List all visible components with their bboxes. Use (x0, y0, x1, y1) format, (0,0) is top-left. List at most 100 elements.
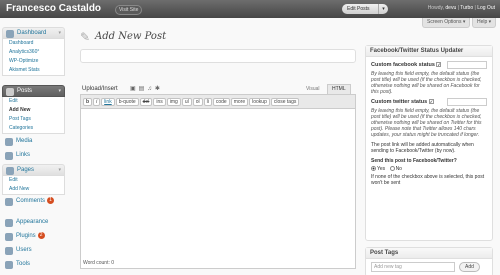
upload-insert-label: Upload/Insert (82, 86, 118, 92)
menu-media-label: Media (16, 138, 33, 144)
menu-tools[interactable]: Tools (2, 259, 65, 271)
turbo-link[interactable]: Turbo (460, 5, 473, 11)
none-selected-note: If none of the checkbox above is selecte… (371, 174, 485, 186)
favorite-actions-dropdown[interactable]: Edit Posts ▾ (342, 4, 388, 14)
menu-users[interactable]: Users (2, 245, 65, 257)
submenu-posts-edit[interactable]: Edit (3, 97, 64, 106)
help-tab[interactable]: Help ▾ (472, 18, 497, 28)
dashboard-icon (6, 30, 14, 38)
qt-li-button[interactable]: li (203, 98, 212, 106)
admin-menu: Dashboard ▾ Dashboard Analytics360° WP-O… (0, 25, 67, 275)
qt-more-button[interactable]: more (230, 98, 249, 106)
username-link[interactable]: devu (445, 5, 456, 11)
media-icon (5, 138, 13, 146)
fb-twitter-box-body: Custom facebook status ✓ By leaving this… (366, 57, 492, 189)
add-media-icon[interactable]: ✱ (155, 86, 163, 92)
menu-comments[interactable]: Comments 1 (2, 196, 65, 208)
tab-visual[interactable]: Visual (303, 85, 323, 93)
quicktags-toolbar: b i link b-quote del ins img ul ol li code more look… (81, 95, 355, 109)
pages-submenu: Edit Add New (2, 176, 65, 195)
menu-pages[interactable]: Pages ▾ (2, 164, 65, 176)
menu-users-label: Users (16, 247, 32, 253)
menu-toggle-icon[interactable]: ▾ (58, 28, 61, 39)
submenu-wp-optimize[interactable]: WP-Optimize (3, 57, 64, 66)
link-note: The post link will be added automaticall… (371, 142, 474, 154)
add-audio-icon[interactable]: ♫ (147, 86, 155, 92)
submenu-post-tags[interactable]: Post Tags (3, 115, 64, 124)
submenu-pages-edit[interactable]: Edit (3, 176, 64, 185)
new-tag-input[interactable]: Add new tag (371, 262, 455, 272)
pencil-icon: ✎ (80, 30, 91, 44)
fb-status-checkbox[interactable]: ✓ (436, 62, 442, 68)
tw-status-checkbox[interactable]: ✓ (428, 99, 434, 105)
qt-ol-button[interactable]: ol (192, 98, 203, 106)
submenu-dashboard[interactable]: Dashboard (3, 39, 64, 48)
qt-code-button[interactable]: code (212, 98, 230, 106)
dashboard-submenu: Dashboard Analytics360° WP-Optimize Akis… (2, 39, 65, 76)
chevron-down-icon[interactable]: ▾ (378, 4, 388, 14)
tw-status-row: Custom twitter status ✓ (371, 98, 487, 106)
links-icon (5, 152, 13, 160)
submenu-analytics[interactable]: Analytics360° (3, 48, 64, 57)
submenu-pages-add-new[interactable]: Add New (3, 185, 64, 194)
screen-options-tab[interactable]: Screen Options ▾ (422, 18, 471, 28)
word-count: Word count: 0 (83, 260, 115, 266)
qt-ul-button[interactable]: ul (181, 98, 192, 106)
qt-ins-button[interactable]: ins (153, 98, 166, 106)
post-editor[interactable]: b i link b-quote del ins img ul ol li code more look… (80, 94, 356, 269)
post-title-input[interactable] (80, 49, 356, 63)
pushpin-icon (6, 88, 14, 96)
menu-plugins[interactable]: Plugins 2 (2, 231, 65, 243)
fb-status-hint: By leaving this field empty, the default… (371, 71, 482, 95)
menu-toggle-icon[interactable]: ▾ (58, 165, 61, 176)
menu-dashboard[interactable]: Dashboard ▾ (2, 27, 65, 39)
qt-bold-button[interactable]: b (83, 98, 93, 106)
qt-img-button[interactable]: img (166, 98, 181, 106)
qt-italic-button[interactable]: i (93, 98, 101, 106)
add-image-icon[interactable]: ▣ (130, 86, 139, 92)
submenu-categories[interactable]: Categories (3, 124, 64, 133)
menu-media[interactable]: Media (2, 136, 65, 148)
favorite-actions-label: Edit Posts (347, 6, 370, 12)
menu-toggle-icon[interactable]: ▾ (58, 86, 61, 97)
qt-del-button[interactable]: del (139, 98, 153, 106)
logout-link[interactable]: Log Out (477, 5, 495, 11)
comments-count-badge: 1 (47, 196, 55, 204)
send-yes-radio[interactable] (371, 166, 376, 172)
qt-link-button[interactable]: link (101, 98, 115, 106)
plugins-icon (5, 233, 13, 241)
tw-status-input[interactable] (447, 98, 487, 106)
plugins-count-badge: 2 (37, 231, 45, 239)
fb-twitter-box-title[interactable]: Facebook/Twitter Status Updater (366, 46, 492, 57)
send-post-options: Yes No (371, 166, 487, 172)
posts-submenu: Edit Add New Post Tags Categories (2, 97, 65, 134)
send-no-radio[interactable] (389, 166, 395, 172)
visit-site-button[interactable]: Visit Site (115, 5, 143, 15)
fb-status-row: Custom facebook status ✓ (371, 61, 487, 69)
tag-add-row: Add new tag Add (366, 259, 492, 275)
pages-icon (6, 167, 14, 175)
submenu-akismet[interactable]: Akismet Stats (3, 66, 64, 75)
qt-lookup-button[interactable]: lookup (249, 98, 270, 106)
add-tag-button[interactable]: Add (459, 262, 480, 272)
menu-appearance[interactable]: Appearance (2, 217, 65, 229)
qt-blockquote-button[interactable]: b-quote (115, 98, 139, 106)
fb-status-input[interactable] (447, 61, 487, 69)
send-yes-label: Yes (377, 166, 386, 172)
menu-pages-label: Pages (17, 167, 35, 173)
submenu-posts-add-new[interactable]: Add New (3, 106, 64, 115)
appearance-icon (5, 219, 13, 227)
post-tags-box-title[interactable]: Post Tags (366, 248, 492, 259)
menu-posts[interactable]: Posts ▾ (2, 85, 65, 97)
tab-html[interactable]: HTML (327, 84, 351, 94)
tw-status-label: Custom twitter status (371, 99, 428, 105)
media-buttons: ▣▤♫✱ (130, 85, 163, 92)
site-title[interactable]: Francesco Castaldo (6, 3, 101, 14)
send-post-label: Send this post to Facebook/Twitter? (371, 158, 457, 164)
menu-links[interactable]: Links (2, 150, 65, 162)
menu-links-label: Links (16, 152, 31, 158)
qt-close-tags-button[interactable]: close tags (270, 98, 300, 106)
menu-comments-label: Comments (16, 198, 46, 204)
menu-posts-label: Posts (17, 88, 33, 94)
fb-twitter-box: Facebook/Twitter Status Updater Custom f… (365, 45, 493, 241)
